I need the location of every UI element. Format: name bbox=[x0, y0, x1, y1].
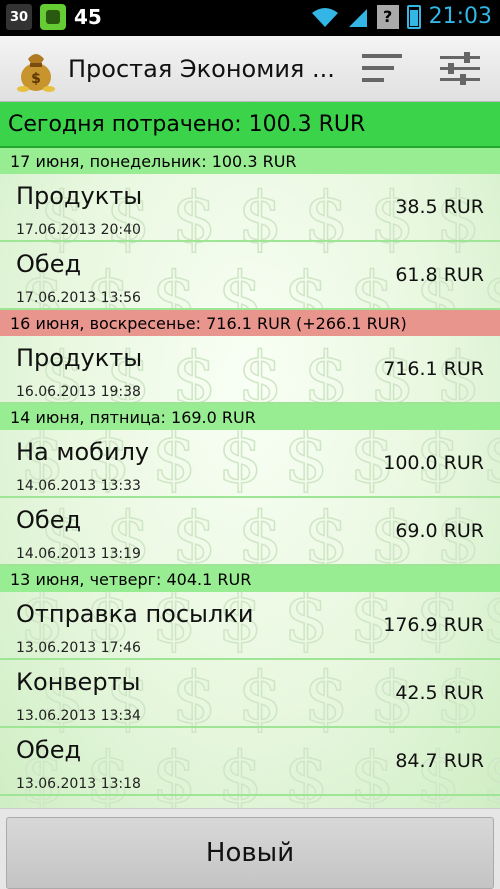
entry-amount: 42.5 RUR bbox=[395, 682, 484, 704]
app-title: Простая Экономия ... bbox=[68, 55, 335, 83]
entry-date: 13.06.2013 17:46 bbox=[16, 640, 141, 656]
expense-entry[interactable]: Обед 13.06.2013 13:18 84.7 RUR bbox=[0, 728, 500, 796]
entry-amount: 100.0 RUR bbox=[383, 452, 484, 474]
entry-date: 16.06.2013 19:38 bbox=[16, 384, 141, 400]
entry-name: Обед bbox=[16, 506, 82, 534]
entry-amount: 38.5 RUR bbox=[395, 196, 484, 218]
expense-entry[interactable]: На мобилу 14.06.2013 13:33 100.0 RUR bbox=[0, 430, 500, 498]
entry-amount: 84.7 RUR bbox=[395, 750, 484, 772]
entry-name: Конверты bbox=[16, 668, 141, 696]
expense-entry[interactable]: Конверты 13.06.2013 13:34 42.5 RUR bbox=[0, 660, 500, 728]
status-bar: 30 45 ? 21:03 bbox=[0, 0, 500, 36]
entry-name: Продукты bbox=[16, 182, 143, 210]
expense-entry[interactable]: Обед 14.06.2013 13:19 69.0 RUR bbox=[0, 498, 500, 566]
expense-entry[interactable]: Продукты 16.06.2013 19:38 716.1 RUR bbox=[0, 336, 500, 404]
expense-entry[interactable]: Продукты 17.06.2013 20:40 38.5 RUR bbox=[0, 174, 500, 242]
svg-text:$: $ bbox=[31, 71, 41, 87]
entry-amount: 61.8 RUR bbox=[395, 264, 484, 286]
expense-entry[interactable]: Отправка посылки 13.06.2013 17:46 176.9 RU… bbox=[0, 592, 500, 660]
new-expense-button[interactable]: Новый bbox=[6, 817, 494, 889]
settings-sliders-icon[interactable] bbox=[440, 52, 480, 86]
battery-icon bbox=[406, 4, 421, 29]
entry-date: 14.06.2013 13:19 bbox=[16, 546, 141, 562]
day-header: 13 июня, четверг: 404.1 RUR bbox=[0, 566, 500, 592]
entry-date: 14.06.2013 13:33 bbox=[16, 478, 141, 494]
temperature-icon: 30 bbox=[6, 4, 32, 30]
bottom-bar: Новый bbox=[0, 808, 500, 889]
list-rows: Сегодня потрачено: 100.3 RUR 17 июня, по… bbox=[0, 102, 500, 796]
entry-name: Обед bbox=[16, 736, 82, 764]
day-header: 16 июня, воскресенье: 716.1 RUR (+266.1 … bbox=[0, 310, 500, 336]
entry-name: Отправка посылки bbox=[16, 600, 254, 628]
entry-name: Продукты bbox=[16, 344, 143, 372]
signal-icon bbox=[348, 8, 367, 27]
expense-entry[interactable]: Обед 17.06.2013 13:56 61.8 RUR bbox=[0, 242, 500, 310]
action-bar: $ Простая Экономия ... bbox=[0, 36, 500, 102]
entry-amount: 69.0 RUR bbox=[395, 520, 484, 542]
entry-name: Обед bbox=[16, 250, 82, 278]
day-header: 17 июня, понедельник: 100.3 RUR bbox=[0, 148, 500, 174]
entry-date: 13.06.2013 13:18 bbox=[16, 776, 141, 792]
entry-date: 13.06.2013 13:34 bbox=[16, 708, 141, 724]
entry-amount: 176.9 RUR bbox=[383, 614, 484, 636]
sort-icon[interactable] bbox=[362, 54, 402, 84]
wifi-icon bbox=[311, 7, 338, 27]
entry-name: На мобилу bbox=[16, 438, 150, 466]
notification-count: 45 bbox=[74, 5, 102, 29]
day-header: 14 июня, пятница: 169.0 RUR bbox=[0, 404, 500, 430]
entry-amount: 716.1 RUR bbox=[383, 358, 484, 380]
expense-list[interactable]: $ $ $ $ $ $ $ $ $ $ $ $ $ $ $ $ $ $ $ $ $ $ $ $ $ $ $ $ $ $ $ $ $ $ $ $ $ $ $ $… bbox=[0, 102, 500, 808]
no-sim-icon: ? bbox=[376, 4, 399, 29]
entry-date: 17.06.2013 13:56 bbox=[16, 290, 141, 306]
game-notification-icon bbox=[40, 4, 66, 30]
today-total-header: Сегодня потрачено: 100.3 RUR bbox=[0, 102, 500, 148]
clock: 21:03 bbox=[428, 4, 492, 29]
money-bag-icon[interactable]: $ bbox=[14, 45, 58, 93]
entry-date: 17.06.2013 20:40 bbox=[16, 222, 141, 238]
